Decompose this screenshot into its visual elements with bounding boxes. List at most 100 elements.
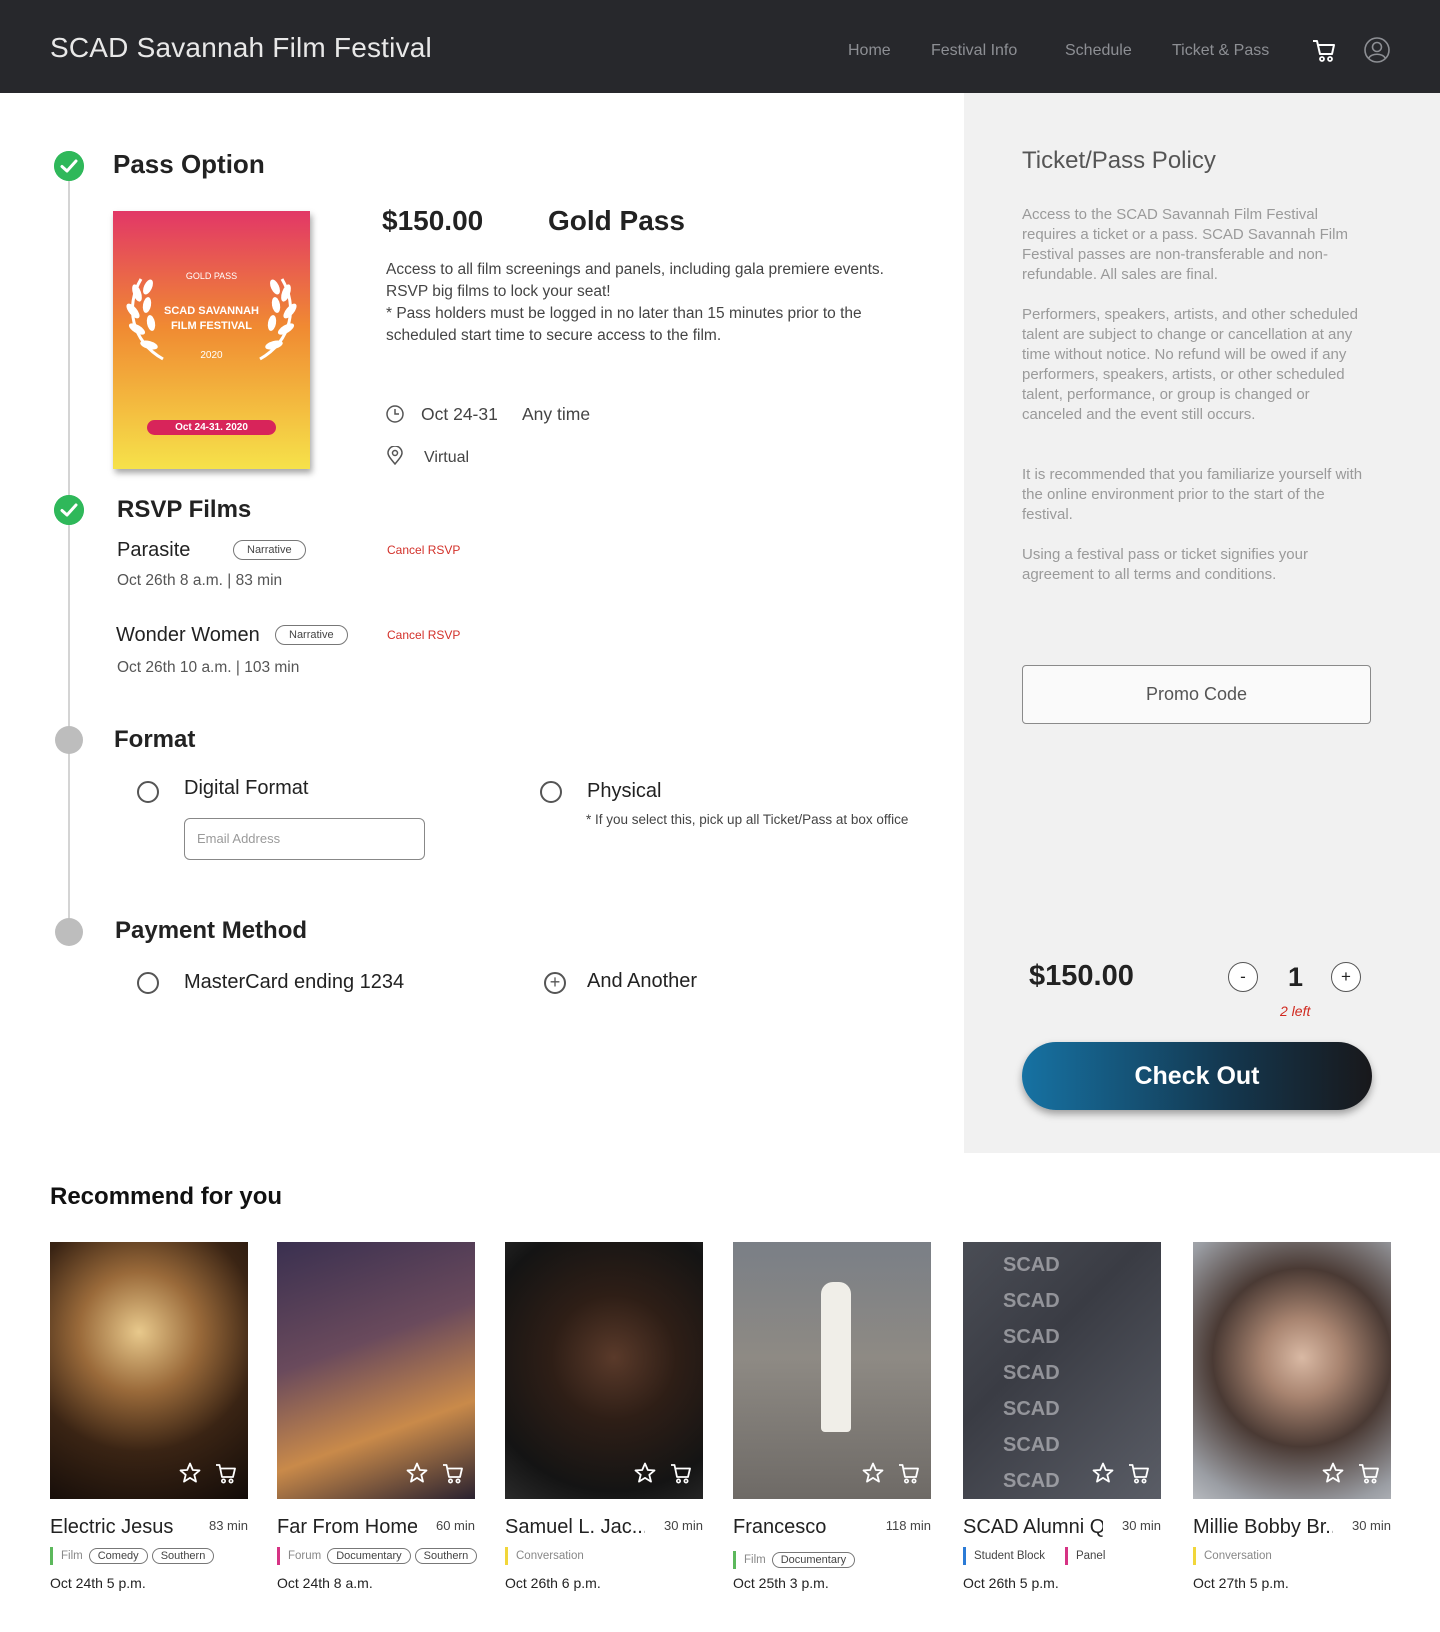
event-title[interactable]: Far From Home — [277, 1516, 417, 1539]
site-brand[interactable]: SCAD Savannah Film Festival — [50, 32, 432, 64]
event-title[interactable]: Electric Jesus — [50, 1516, 190, 1539]
rsvp-films-title: RSVP Films — [117, 496, 252, 523]
event-title[interactable]: Millie Bobby Br... — [1193, 1516, 1333, 1539]
star-favorite-icon[interactable] — [861, 1461, 885, 1485]
genre-tag: Southern — [414, 1548, 478, 1564]
recommendation-card: Samuel L. Jac... 30 min Conversation Oct… — [505, 1242, 703, 1591]
add-another-payment-link[interactable]: And Another — [587, 970, 697, 993]
event-title[interactable]: SCAD Alumni Q.. — [963, 1516, 1103, 1539]
event-date: Oct 26th 6 p.m. — [505, 1575, 601, 1591]
step-complete-check-icon — [54, 495, 84, 525]
check-out-button[interactable]: Check Out — [1022, 1042, 1372, 1110]
category-color-bar — [963, 1547, 966, 1565]
order-total: $150.00 — [1029, 960, 1134, 992]
digital-format-label: Digital Format — [184, 777, 309, 799]
add-to-cart-icon[interactable] — [897, 1461, 921, 1485]
star-favorite-icon[interactable] — [1091, 1461, 1115, 1485]
event-date: Oct 25th 3 p.m. — [733, 1575, 829, 1591]
recommendation-card: Far From Home 60 min Forum Documentary S… — [277, 1242, 478, 1591]
event-category: Forum — [288, 1550, 322, 1562]
add-payment-plus-icon[interactable]: + — [544, 972, 566, 994]
category-color-bar — [1064, 1547, 1068, 1565]
event-thumbnail[interactable] — [277, 1242, 475, 1499]
recommend-section-title: Recommend for you — [50, 1183, 283, 1210]
cancel-rsvp-link[interactable]: Cancel RSVP — [387, 543, 460, 557]
event-category: Conversation — [1204, 1550, 1272, 1562]
star-favorite-icon[interactable] — [405, 1461, 429, 1485]
event-duration: 30 min — [1351, 1518, 1391, 1533]
cart-icon[interactable] — [1310, 36, 1338, 64]
mastercard-radio[interactable] — [137, 972, 159, 994]
rsvp-film-schedule: Oct 26th 10 a.m. | 103 min — [117, 659, 300, 676]
event-duration: 118 min — [885, 1518, 931, 1533]
digital-format-radio[interactable] — [137, 781, 159, 803]
event-date: Oct 26th 5 p.m. — [963, 1575, 1059, 1591]
event-category: Film — [61, 1550, 83, 1562]
event-duration: 30 min — [663, 1518, 703, 1533]
poster-festival-name: SCAD SAVANNAH — [164, 305, 259, 317]
category-color-bar — [277, 1547, 280, 1565]
policy-paragraph: Using a festival pass or ticket signifie… — [1022, 546, 1308, 583]
category-color-bar — [1193, 1547, 1196, 1565]
promo-code-input[interactable]: Promo Code — [1022, 665, 1371, 724]
quantity-increase-button[interactable]: + — [1331, 962, 1361, 992]
event-category: Film — [744, 1554, 766, 1566]
rsvp-film-genre-tag: Narrative — [233, 540, 306, 560]
add-to-cart-icon[interactable] — [669, 1461, 693, 1485]
event-thumbnail[interactable] — [50, 1242, 248, 1499]
event-tags: Conversation — [505, 1545, 586, 1567]
event-duration: 83 min — [208, 1518, 248, 1533]
step-complete-check-icon — [54, 151, 84, 181]
recommendation-card: Francesco 118 min Film Documentary Oct 2… — [733, 1242, 931, 1591]
top-navigation-bar: SCAD Savannah Film Festival Home Festiva… — [0, 0, 1440, 93]
rsvp-film-title: Wonder Women — [116, 624, 260, 646]
poster-dates: Oct 24-31. 2020 — [147, 420, 276, 435]
genre-tag: Comedy — [88, 1548, 148, 1564]
recommendation-card: SCAD SCAD SCAD SCAD SCAD SCAD SCAD SCAD Alumni… — [963, 1242, 1161, 1591]
star-favorite-icon[interactable] — [178, 1461, 202, 1485]
event-category: Conversation — [516, 1550, 584, 1562]
add-to-cart-icon[interactable] — [214, 1461, 238, 1485]
cancel-rsvp-link[interactable]: Cancel RSVP — [387, 628, 460, 642]
pass-login-note: * Pass holders must be logged in no late… — [386, 305, 862, 344]
recommendation-card: Electric Jesus 83 min Film Comedy Southe… — [50, 1242, 248, 1591]
step-pending-dot — [55, 726, 83, 754]
pass-price: $150.00 — [382, 205, 484, 236]
user-account-icon[interactable] — [1363, 36, 1391, 64]
event-thumbnail[interactable]: SCAD SCAD SCAD SCAD SCAD SCAD SCAD — [963, 1242, 1161, 1499]
star-favorite-icon[interactable] — [1321, 1461, 1345, 1485]
pass-description-text: Access to all film screenings and panels… — [386, 261, 884, 300]
saved-card-label: MasterCard ending 1234 — [184, 971, 405, 993]
pass-option-title: Pass Option — [113, 149, 265, 179]
quantity-decrease-button[interactable]: - — [1228, 962, 1258, 992]
category-color-bar — [50, 1547, 53, 1565]
event-thumbnail[interactable] — [733, 1242, 931, 1499]
star-favorite-icon[interactable] — [633, 1461, 657, 1485]
event-thumbnail[interactable] — [1193, 1242, 1391, 1499]
nav-schedule[interactable]: Schedule — [1065, 42, 1132, 60]
event-tags: Conversation — [1193, 1545, 1274, 1567]
event-duration: 30 min — [1121, 1518, 1161, 1533]
progress-timeline — [68, 175, 70, 930]
physical-format-radio[interactable] — [540, 781, 562, 803]
add-to-cart-icon[interactable] — [1127, 1461, 1151, 1485]
add-to-cart-icon[interactable] — [1357, 1461, 1381, 1485]
event-title[interactable]: Francesco — [733, 1516, 873, 1539]
event-date: Oct 27th 5 p.m. — [1193, 1575, 1289, 1591]
genre-tag: Documentary — [771, 1552, 856, 1568]
nav-home[interactable]: Home — [848, 42, 891, 60]
stock-remaining-note: 2 left — [1280, 1003, 1311, 1019]
format-title: Format — [114, 726, 196, 753]
add-to-cart-icon[interactable] — [441, 1461, 465, 1485]
policy-paragraph: Access to the SCAD Savannah Film Festiva… — [1022, 206, 1348, 283]
event-thumbnail[interactable] — [505, 1242, 703, 1499]
category-color-bar — [505, 1547, 508, 1565]
event-tags: Film Comedy Southern — [50, 1545, 215, 1567]
policy-paragraph: It is recommended that you familiarize y… — [1022, 466, 1363, 523]
physical-format-label: Physical — [587, 780, 662, 802]
email-address-input[interactable]: Email Address — [184, 818, 425, 860]
nav-festival-info[interactable]: Festival Info — [931, 42, 1017, 60]
nav-ticket-pass[interactable]: Ticket & Pass — [1172, 42, 1269, 60]
event-title[interactable]: Samuel L. Jac... — [505, 1516, 645, 1539]
rsvp-film-schedule: Oct 26th 8 a.m. | 83 min — [117, 572, 283, 589]
